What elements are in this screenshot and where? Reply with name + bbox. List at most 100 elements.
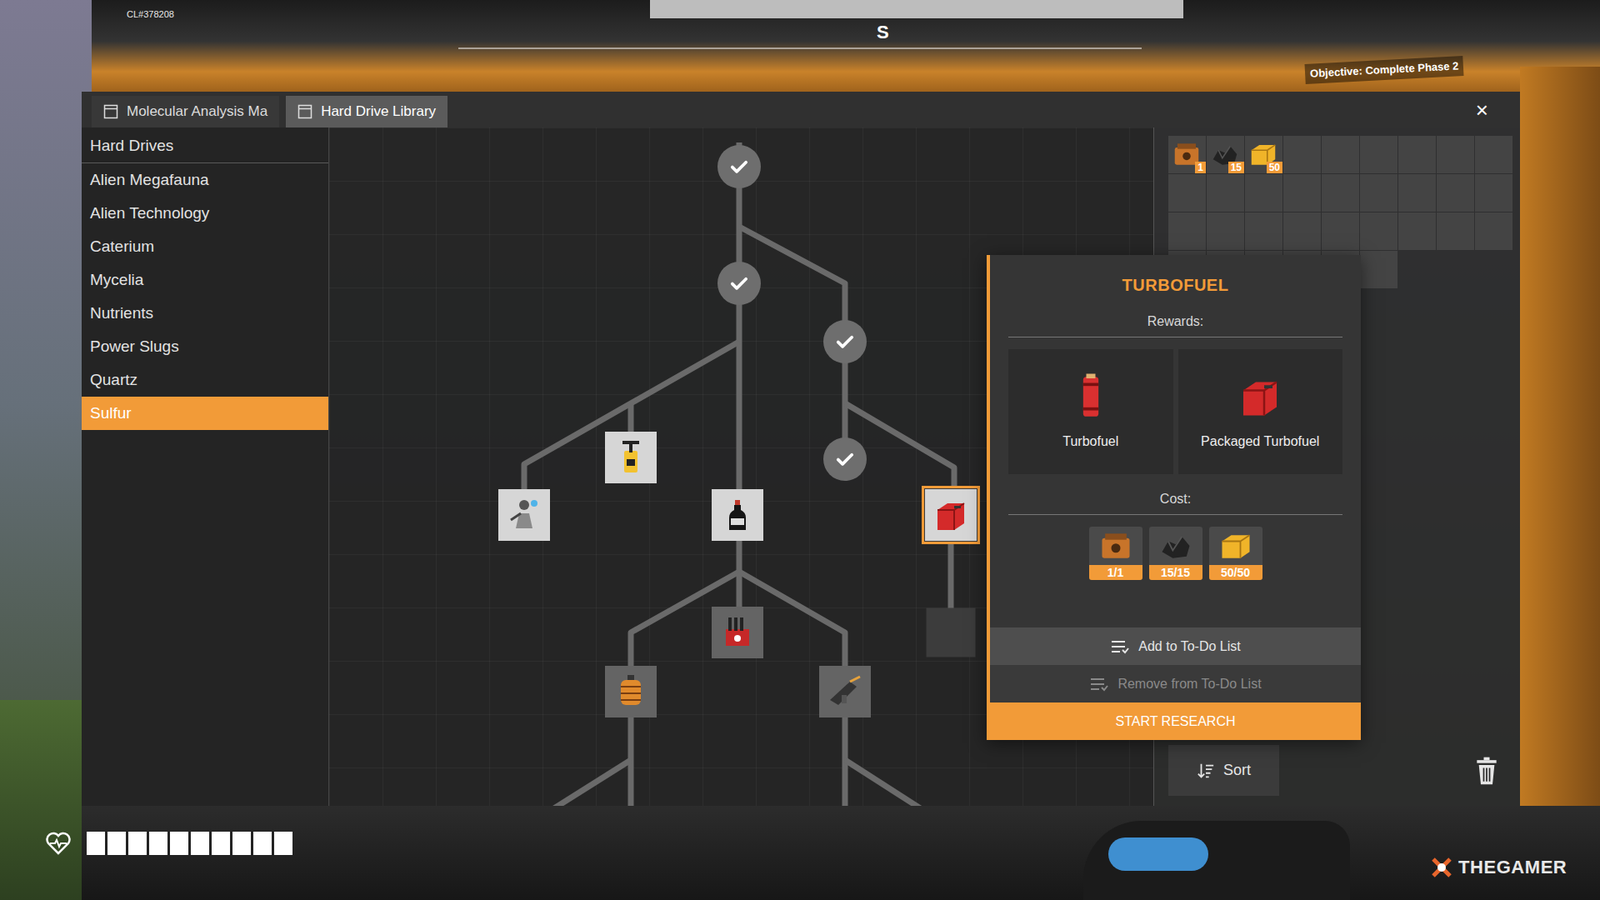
sidebar-label: Caterium: [90, 235, 155, 260]
research-node[interactable]: [717, 261, 761, 305]
inventory-slot[interactable]: [1168, 212, 1206, 250]
trash-button[interactable]: [1468, 749, 1505, 793]
popup-button-label: Add to To-Do List: [1138, 636, 1240, 657]
packaged-fuel-icon: [930, 495, 971, 535]
sidebar-item[interactable]: Power Slugs: [81, 330, 329, 364]
item-node[interactable]: [601, 662, 660, 721]
tab[interactable]: Molecular Analysis Ma: [91, 95, 280, 128]
tab-bar: Molecular Analysis MaHard Drive Library ×: [81, 91, 1520, 128]
item-node-face: [605, 665, 657, 718]
build-label: CL#378208: [126, 10, 175, 20]
close-button[interactable]: ×: [1475, 99, 1489, 121]
packaged-turbofuel-icon: [1235, 371, 1285, 422]
popup-button[interactable]: START RESEARCH: [990, 702, 1361, 740]
explosive-icon: [717, 612, 758, 653]
sidebar-item[interactable]: Quartz: [81, 363, 329, 397]
research-node[interactable]: [601, 662, 660, 721]
inventory-slot[interactable]: [1360, 174, 1398, 212]
inventory-slot[interactable]: [1398, 135, 1436, 174]
inventory-slot[interactable]: 15: [1206, 135, 1245, 174]
health-segment: [190, 831, 210, 855]
inventory-slot[interactable]: [1436, 174, 1475, 212]
sidebar-item[interactable]: Mycelia: [81, 263, 329, 297]
item-node[interactable]: [708, 603, 767, 662]
inventory-slot[interactable]: [1283, 174, 1321, 212]
bottle-icon: [717, 495, 758, 535]
rifle-icon: [825, 671, 865, 712]
popup-button[interactable]: Add to To-Do List: [990, 627, 1361, 665]
inventory-slot[interactable]: [1475, 135, 1513, 174]
inventory-slot[interactable]: [1475, 212, 1513, 250]
research-node[interactable]: [601, 428, 660, 487]
glove: [1083, 820, 1350, 900]
item-node[interactable]: [708, 485, 767, 545]
reward-label: Turbofuel: [1062, 431, 1119, 452]
inventory-slot[interactable]: 1: [1168, 135, 1206, 174]
inventory-slot[interactable]: [1360, 135, 1398, 174]
item-node[interactable]: [601, 428, 660, 487]
inventory-slot[interactable]: [1283, 212, 1321, 250]
rewards-list: TurbofuelPackaged Turbofuel: [1008, 349, 1343, 475]
rewards-label: Rewards:: [1008, 311, 1343, 338]
check-icon: [727, 271, 751, 295]
inventory-slot[interactable]: [1245, 212, 1283, 250]
inventory-slot[interactable]: [1321, 135, 1360, 174]
research-node[interactable]: [495, 485, 554, 545]
item-node[interactable]: [921, 485, 980, 545]
completed-node[interactable]: [823, 437, 867, 481]
research-node[interactable]: [926, 608, 976, 658]
research-node[interactable]: [708, 485, 767, 545]
inventory-slot[interactable]: [1475, 174, 1513, 212]
inventory-slot[interactable]: [1436, 212, 1475, 250]
inventory-slot[interactable]: [1321, 212, 1360, 250]
completed-node[interactable]: [717, 261, 761, 305]
item-node-face: [711, 489, 764, 541]
inventory-slot[interactable]: [1436, 135, 1475, 174]
inventory-slot[interactable]: [1398, 212, 1436, 250]
cost-count: 50/50: [1209, 565, 1263, 580]
sidebar-item[interactable]: Caterium: [81, 230, 329, 264]
sidebar-label: Quartz: [90, 368, 138, 393]
sort-icon: [1196, 761, 1215, 780]
inventory-slot[interactable]: [1206, 174, 1245, 212]
tab[interactable]: Hard Drive Library: [285, 95, 448, 128]
inventory-slot[interactable]: [1168, 174, 1206, 212]
machine-panel: [650, 0, 1184, 19]
inventory-slot[interactable]: [1245, 174, 1283, 212]
slot-count: 50: [1266, 161, 1283, 174]
completed-node[interactable]: [717, 145, 761, 189]
sidebar-item[interactable]: Alien Technology: [81, 196, 329, 230]
completed-node[interactable]: [823, 320, 867, 364]
research-node[interactable]: [708, 603, 767, 662]
window-icon: [103, 104, 119, 120]
fuel-box-icon: [1217, 527, 1255, 565]
inventory-slot[interactable]: [1283, 135, 1321, 174]
scanner-icon: [504, 495, 545, 535]
inventory-slot[interactable]: [1360, 212, 1398, 250]
inventory-slot[interactable]: [1206, 212, 1245, 250]
research-node[interactable]: [823, 437, 867, 481]
item-node[interactable]: [495, 485, 554, 545]
sidebar-item[interactable]: Alien Megafauna: [81, 163, 329, 197]
popup-actions: Add to To-Do ListRemove from To-Do ListS…: [990, 627, 1361, 740]
sort-button[interactable]: Sort: [1168, 745, 1280, 796]
sidebar-item[interactable]: Sulfur: [81, 396, 329, 430]
inventory-slot[interactable]: [1321, 174, 1360, 212]
research-node[interactable]: [921, 485, 980, 545]
cost-item: 15/15: [1149, 526, 1203, 580]
inventory-slot[interactable]: 50: [1245, 135, 1283, 174]
popup-button-label: START RESEARCH: [1115, 711, 1235, 732]
research-node[interactable]: [717, 145, 761, 189]
sidebar-item[interactable]: Hard Drives: [81, 130, 329, 164]
health-fill: [86, 831, 295, 855]
research-node[interactable]: [815, 662, 875, 721]
empty-node[interactable]: [926, 608, 976, 658]
inventory-slot[interactable]: [1360, 250, 1398, 289]
cost-label: Cost:: [1008, 489, 1343, 515]
inventory-slot[interactable]: [1398, 174, 1436, 212]
sidebar-item[interactable]: Nutrients: [81, 296, 329, 330]
research-node[interactable]: [823, 320, 867, 364]
health-segment: [170, 831, 189, 855]
item-node-face: [605, 431, 657, 484]
item-node[interactable]: [815, 662, 875, 721]
